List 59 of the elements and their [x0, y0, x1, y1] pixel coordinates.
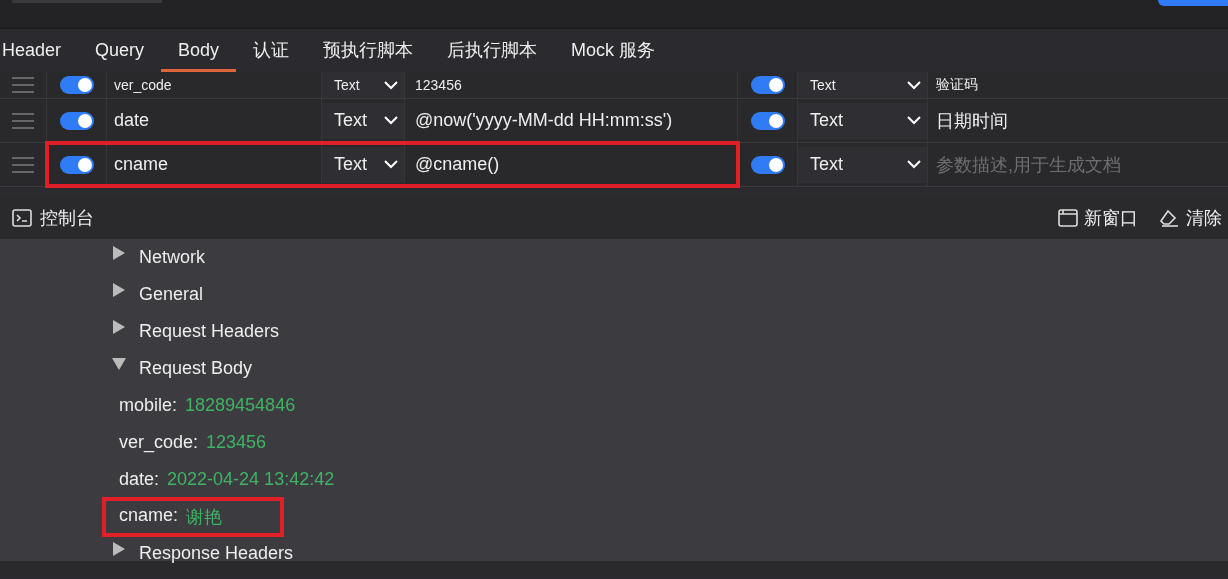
caret-icon	[907, 116, 921, 125]
param-value[interactable]: 123456	[415, 77, 462, 93]
caret-icon	[907, 80, 921, 90]
tab[interactable]: Query	[78, 29, 162, 72]
toggle-switch[interactable]	[59, 155, 94, 174]
field-value: 谢艳	[186, 505, 223, 529]
field-value: 18289454846	[185, 395, 296, 416]
field-key: mobile:	[119, 395, 178, 416]
type-select[interactable]: Text	[322, 146, 404, 183]
drag-handle-icon[interactable]	[12, 156, 34, 173]
param-name[interactable]: ver_code	[114, 77, 172, 93]
param-name[interactable]: date	[114, 110, 150, 131]
field-key: ver_code:	[119, 432, 199, 453]
field-value: 2022-04-24 13:42:42	[167, 469, 335, 490]
tab[interactable]: 认证	[236, 29, 307, 72]
section-label[interactable]: Network	[139, 247, 205, 268]
section-label[interactable]: Response Headers	[139, 543, 294, 564]
drag-handle-icon[interactable]	[12, 77, 34, 93]
field-key: date:	[119, 469, 160, 490]
tab[interactable]: Header	[0, 29, 79, 72]
caret-icon	[384, 160, 398, 169]
disclosure-triangle-icon[interactable]	[112, 355, 126, 372]
console-action[interactable]: 新窗口	[1058, 206, 1138, 230]
param-value[interactable]: @now('yyyy-MM-dd HH:mm:ss')	[415, 110, 673, 131]
caret-icon	[384, 116, 398, 125]
toggle-switch[interactable]	[750, 111, 785, 130]
console-action[interactable]: 清除	[1160, 206, 1222, 230]
disclosure-triangle-icon[interactable]	[112, 318, 126, 335]
field-value: 123456	[206, 432, 267, 453]
type-select[interactable]: Text	[322, 102, 404, 139]
disclosure-triangle-icon[interactable]	[112, 281, 126, 298]
window-icon	[1058, 209, 1078, 227]
toggle-switch[interactable]	[750, 155, 785, 174]
disclosure-triangle-icon[interactable]	[112, 540, 126, 557]
section-label[interactable]: General	[139, 284, 204, 305]
toggle-switch[interactable]	[750, 76, 785, 94]
drag-handle-icon[interactable]	[12, 112, 34, 129]
caret-icon	[907, 160, 921, 169]
section-label[interactable]: Request Body	[139, 358, 253, 379]
tab[interactable]: 预执行脚本	[306, 29, 431, 72]
type-select[interactable]: Text	[322, 72, 404, 98]
eraser-icon	[1160, 209, 1180, 227]
console-title: 控制台	[40, 207, 94, 230]
param-name[interactable]: cname	[114, 154, 169, 175]
description-field[interactable]: 日期时间	[936, 108, 1008, 133]
toggle-switch[interactable]	[59, 76, 94, 94]
type-select[interactable]: Text	[798, 146, 927, 183]
param-value[interactable]: @cname()	[415, 154, 500, 175]
tab[interactable]: 后执行脚本	[430, 29, 555, 72]
field-key: cname:	[119, 504, 179, 529]
caret-icon	[384, 80, 398, 90]
tab[interactable]: Mock 服务	[554, 29, 673, 72]
terminal-icon	[12, 209, 32, 227]
disclosure-triangle-icon[interactable]	[112, 244, 126, 261]
type-select[interactable]: Text	[798, 102, 927, 139]
section-label[interactable]: Request Headers	[139, 321, 280, 342]
toggle-switch[interactable]	[59, 111, 94, 130]
description-field[interactable]: 验证码	[936, 76, 978, 94]
type-select[interactable]: Text	[798, 72, 927, 98]
